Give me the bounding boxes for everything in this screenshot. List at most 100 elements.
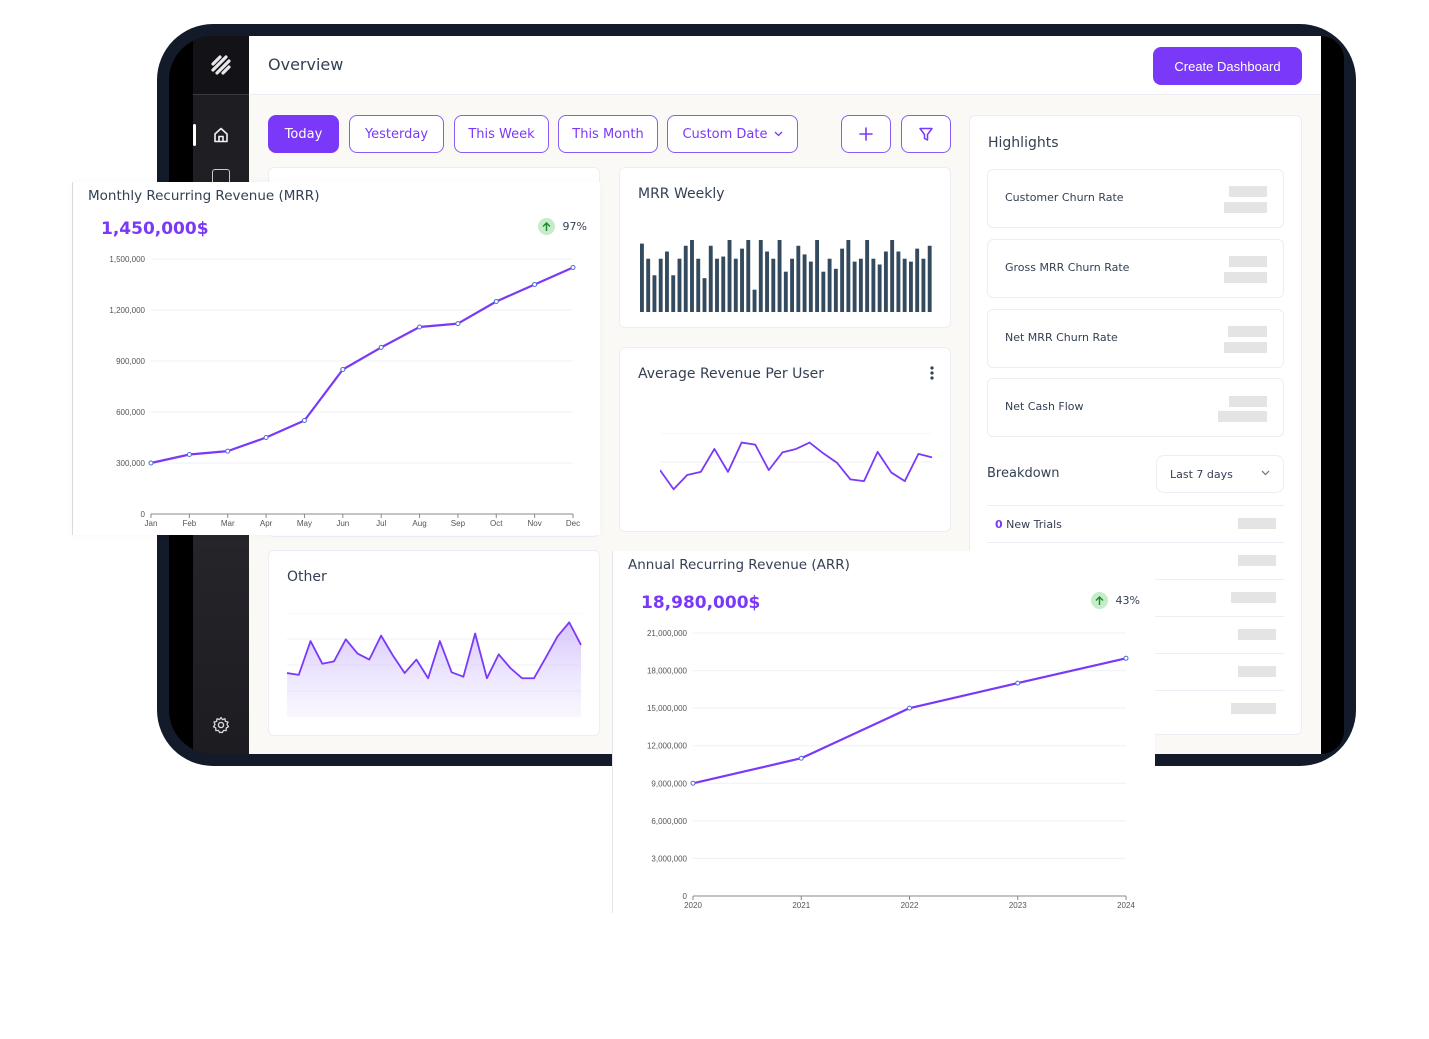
weekly-bar <box>783 271 788 312</box>
weekly-bar <box>877 264 882 312</box>
filter-custom-date[interactable]: Custom Date <box>667 115 798 153</box>
weekly-bar <box>927 245 932 312</box>
x-tick-label: Jan <box>145 519 158 528</box>
kebab-icon[interactable] <box>930 366 934 380</box>
weekly-bar <box>840 248 845 312</box>
highlight-label: Net Cash Flow <box>1005 400 1084 413</box>
weekly-bar <box>646 258 651 312</box>
filter-button[interactable] <box>901 115 951 153</box>
sidebar-item-settings[interactable] <box>211 715 231 735</box>
weekly-bar <box>821 271 826 312</box>
y-tick-label: 12,000,000 <box>647 742 688 751</box>
skeleton-value <box>1229 396 1267 407</box>
app-logo[interactable] <box>193 36 249 95</box>
highlight-gross-mrr-churn[interactable]: Gross MRR Churn Rate <box>987 239 1284 298</box>
data-point <box>907 705 912 711</box>
data-point <box>1015 680 1021 686</box>
highlight-net-cash-flow[interactable]: Net Cash Flow <box>987 378 1284 437</box>
arr-change-badge: 43% <box>1090 592 1140 609</box>
series-line <box>150 266 574 465</box>
filter-this-month[interactable]: This Month <box>558 115 658 153</box>
weekly-bar <box>721 256 726 312</box>
filter-this-week[interactable]: This Week <box>454 115 549 153</box>
other-chart <box>287 613 582 717</box>
arpu-chart <box>660 433 933 491</box>
data-point <box>1123 655 1129 661</box>
breakdown-title: Breakdown <box>987 466 1060 481</box>
weekly-bar <box>727 240 732 312</box>
x-tick-label: 2024 <box>1117 901 1135 910</box>
weekly-bar <box>715 258 719 312</box>
filter-today[interactable]: Today <box>268 115 339 153</box>
x-tick-label: Feb <box>182 519 196 528</box>
weekly-bar <box>683 245 688 312</box>
mrr-weekly-card: MRR Weekly <box>619 167 951 328</box>
y-tick-label: 18,000,000 <box>647 667 688 676</box>
skeleton-value <box>1238 518 1276 529</box>
filter-this-week-label: This Week <box>468 126 535 142</box>
x-tick-label: 2021 <box>792 901 810 910</box>
x-tick-label: May <box>297 519 312 528</box>
sidebar-item-home[interactable] <box>211 125 231 145</box>
data-point <box>148 460 154 466</box>
x-tick-label: 2022 <box>901 901 919 910</box>
funnel-icon <box>919 127 933 141</box>
skeleton-value <box>1238 555 1276 566</box>
weekly-bar <box>790 258 795 312</box>
y-tick-label: 1,200,000 <box>109 306 145 315</box>
weekly-bar <box>640 243 644 312</box>
breakdown-range-select[interactable]: Last 7 days <box>1156 455 1284 493</box>
arr-card: Annual Recurring Revenue (ARR) 18,980,00… <box>612 551 1155 913</box>
breakdown-range-value: Last 7 days <box>1170 467 1233 481</box>
skeleton-value <box>1224 342 1267 353</box>
data-point <box>493 299 499 304</box>
highlight-label: Net MRR Churn Rate <box>1005 331 1118 344</box>
x-tick-label: 2020 <box>684 901 702 910</box>
y-tick-label: 15,000,000 <box>647 704 688 713</box>
weekly-bar <box>915 248 920 312</box>
weekly-bar <box>852 261 857 312</box>
filter-yesterday[interactable]: Yesterday <box>349 115 444 153</box>
x-tick-label: 2023 <box>1009 901 1027 910</box>
mrr-weekly-chart <box>640 240 932 312</box>
filter-yesterday-label: Yesterday <box>364 126 429 142</box>
highlight-label: Customer Churn Rate <box>1005 191 1124 204</box>
skeleton-value <box>1231 592 1276 603</box>
weekly-bar <box>702 278 707 312</box>
highlight-net-mrr-churn[interactable]: Net MRR Churn Rate <box>987 309 1284 368</box>
y-tick-label: 6,000,000 <box>651 817 687 826</box>
logo-icon <box>211 55 231 75</box>
tablet-bezel <box>1321 36 1344 754</box>
create-dashboard-button[interactable]: Create Dashboard <box>1153 47 1302 85</box>
chevron-down-icon <box>1261 470 1270 476</box>
weekly-bar <box>765 251 769 312</box>
breakdown-label: New Trials <box>1006 518 1062 531</box>
x-tick-label: Sep <box>451 519 466 528</box>
page-title: Overview <box>268 55 344 74</box>
weekly-bar <box>833 268 838 312</box>
plus-icon <box>859 127 873 141</box>
weekly-bar <box>665 251 669 312</box>
weekly-bar <box>652 275 657 312</box>
mrr-weekly-title: MRR Weekly <box>638 186 725 202</box>
arrow-up-icon <box>537 218 555 235</box>
add-widget-button[interactable] <box>841 115 891 153</box>
weekly-bar <box>733 258 738 312</box>
data-point <box>532 282 538 287</box>
filter-today-label: Today <box>284 126 323 142</box>
mrr-value: 1,450,000$ <box>101 219 209 239</box>
weekly-bar <box>908 261 913 312</box>
weekly-bar <box>752 289 757 312</box>
weekly-bar <box>796 245 801 312</box>
series-area <box>287 622 581 717</box>
highlight-customer-churn[interactable]: Customer Churn Rate <box>987 169 1284 228</box>
y-tick-label: 3,000,000 <box>651 854 687 863</box>
breakdown-row-label: 0 New Trials <box>995 518 1062 531</box>
highlight-label: Gross MRR Churn Rate <box>1005 261 1130 274</box>
skeleton-value <box>1229 186 1267 197</box>
weekly-bar <box>902 258 907 312</box>
y-tick-label: 300,000 <box>116 459 145 468</box>
weekly-bar <box>802 254 807 312</box>
data-point <box>455 321 461 327</box>
mrr-card: Monthly Recurring Revenue (MRR) 1,450,00… <box>72 182 600 535</box>
